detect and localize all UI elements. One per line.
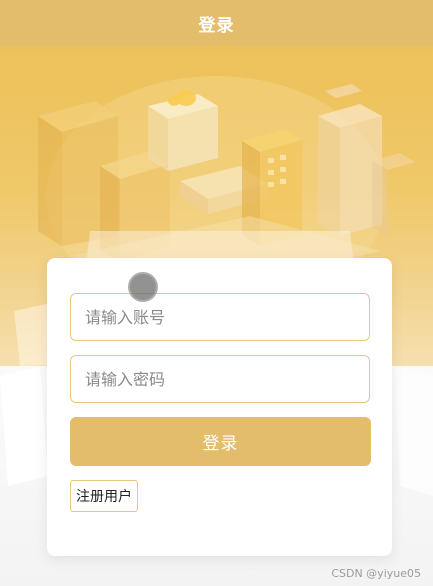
login-card: 登录 注册用户 [47,258,392,556]
top-nav-bar: 登录 [0,0,433,46]
register-button[interactable]: 注册用户 [70,480,138,512]
login-page: 登录 请输入账号 登录 注册用户 CSDN @yiyue05 [0,0,433,586]
page-title: 登录 [198,15,235,36]
watermark: CSDN @yiyue05 [331,567,421,580]
touch-cursor-indicator [128,272,158,302]
account-input[interactable] [70,293,370,341]
login-button[interactable]: 登录 [70,417,371,466]
password-input[interactable] [70,355,370,403]
